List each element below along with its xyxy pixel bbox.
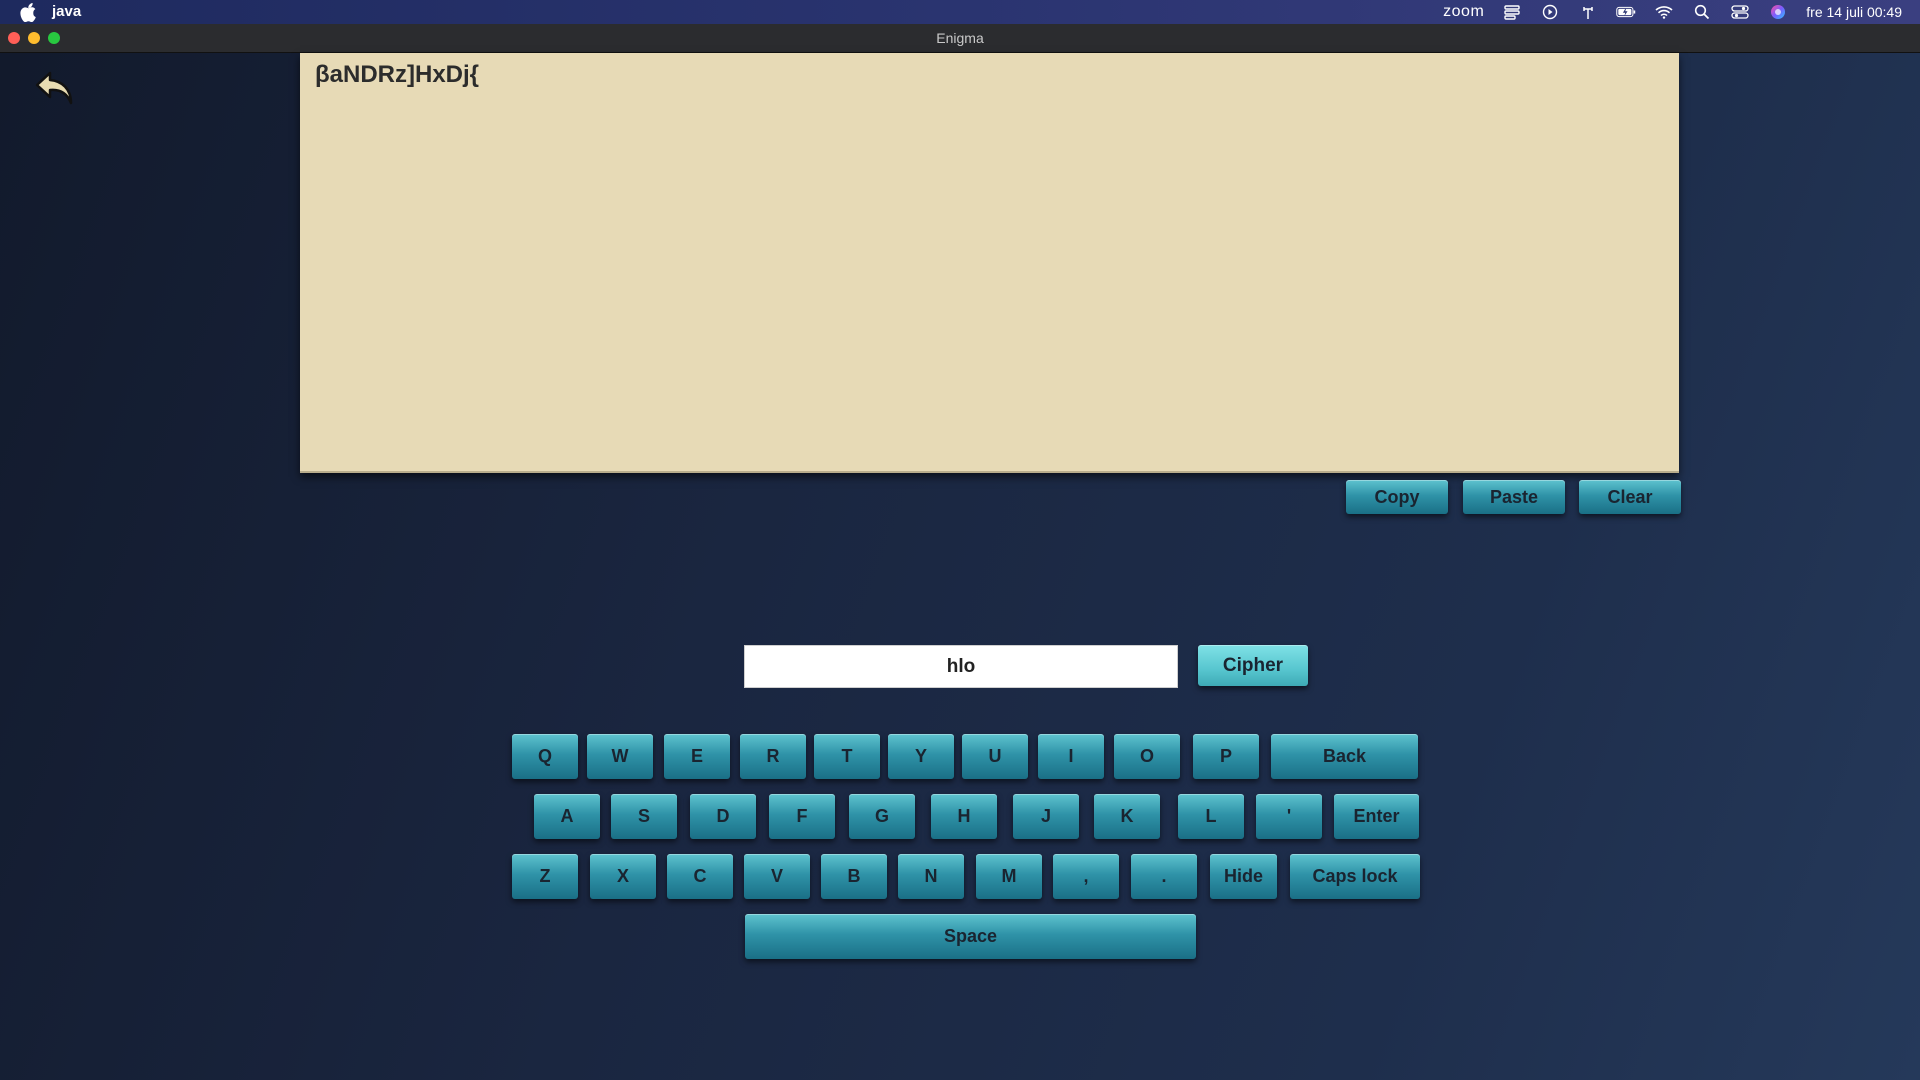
zoom-menu-item[interactable]: zoom [1443,3,1484,21]
key-b[interactable]: B [821,854,887,899]
key-d[interactable]: D [690,794,756,839]
play-circle-icon[interactable] [1540,3,1560,21]
key-y[interactable]: Y [888,734,954,779]
app-menu-name[interactable]: java [52,3,81,20]
apple-logo-icon[interactable] [20,2,36,22]
cipher-output-area[interactable]: βaNDRz]HxDj{ [300,53,1679,473]
key-x[interactable]: X [590,854,656,899]
status-area: zoom fre 14 juli 00:49 [1443,0,1902,24]
minimize-window-button[interactable] [28,32,40,44]
key-j[interactable]: J [1013,794,1079,839]
key-f[interactable]: F [769,794,835,839]
key-e[interactable]: E [664,734,730,779]
key-apostrophe[interactable]: ' [1256,794,1322,839]
app-canvas: βaNDRz]HxDj{ Copy Paste Clear hlo Cipher… [0,53,1920,1080]
siri-icon[interactable] [1768,3,1788,21]
menu-clock[interactable]: fre 14 juli 00:49 [1806,3,1902,21]
key-m[interactable]: M [976,854,1042,899]
key-k[interactable]: K [1094,794,1160,839]
zoom-window-button[interactable] [48,32,60,44]
key-u[interactable]: U [962,734,1028,779]
key-hide[interactable]: Hide [1210,854,1277,899]
key-q[interactable]: Q [512,734,578,779]
control-center-icon[interactable] [1730,3,1750,21]
key-p[interactable]: P [1193,734,1259,779]
key-h[interactable]: H [931,794,997,839]
menu-bar: java zoom fre 14 juli 00:49 [0,0,1920,24]
copy-button[interactable]: Copy [1346,480,1448,514]
key-s[interactable]: S [611,794,677,839]
key-z[interactable]: Z [512,854,578,899]
key-i[interactable]: I [1038,734,1104,779]
message-input[interactable]: hlo [744,645,1178,688]
key-comma[interactable]: , [1053,854,1119,899]
cipher-button[interactable]: Cipher [1198,645,1308,686]
cipher-output-text: βaNDRz]HxDj{ [315,61,480,88]
key-period[interactable]: . [1131,854,1197,899]
key-space[interactable]: Space [745,914,1196,959]
key-w[interactable]: W [587,734,653,779]
stack-icon[interactable] [1502,3,1522,21]
battery-icon[interactable] [1616,3,1636,21]
window-title: Enigma [936,30,984,46]
key-l[interactable]: L [1178,794,1244,839]
key-o[interactable]: O [1114,734,1180,779]
key-g[interactable]: G [849,794,915,839]
key-t[interactable]: T [814,734,880,779]
close-window-button[interactable] [8,32,20,44]
wifi-icon[interactable] [1654,3,1674,21]
key-a[interactable]: A [534,794,600,839]
key-enter[interactable]: Enter [1334,794,1419,839]
antenna-icon[interactable] [1578,3,1598,21]
key-caps-lock[interactable]: Caps lock [1290,854,1420,899]
key-n[interactable]: N [898,854,964,899]
key-back[interactable]: Back [1271,734,1418,779]
back-arrow-icon[interactable] [34,69,76,111]
key-r[interactable]: R [740,734,806,779]
key-v[interactable]: V [744,854,810,899]
clear-button[interactable]: Clear [1579,480,1681,514]
key-c[interactable]: C [667,854,733,899]
traffic-lights [8,32,60,44]
paste-button[interactable]: Paste [1463,480,1565,514]
search-icon[interactable] [1692,3,1712,21]
window-title-bar: Enigma [0,24,1920,53]
